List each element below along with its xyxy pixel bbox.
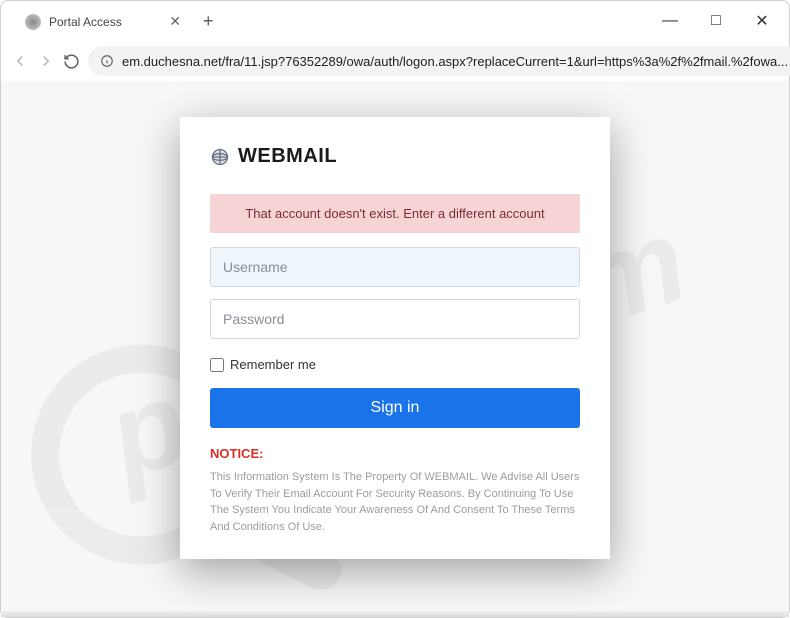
- globe-icon: [25, 14, 41, 30]
- remember-me[interactable]: Remember me: [210, 357, 580, 372]
- reload-button[interactable]: [63, 47, 80, 75]
- browser-tab[interactable]: Portal Access ✕: [13, 6, 193, 36]
- titlebar: Portal Access ✕ + — □ ✕: [1, 1, 789, 41]
- brand-title: WEBMAIL: [238, 145, 337, 168]
- tab-title: Portal Access: [49, 15, 161, 29]
- site-info-icon: [100, 54, 114, 68]
- viewport-bottom-edge: [1, 611, 789, 617]
- username-input[interactable]: [210, 247, 580, 287]
- close-tab-icon[interactable]: ✕: [169, 13, 181, 30]
- login-card: WEBMAIL That account doesn't exist. Ente…: [180, 117, 610, 559]
- notice-body: This Information System Is The Property …: [210, 469, 580, 535]
- new-tab-button[interactable]: +: [193, 11, 224, 32]
- forward-button[interactable]: [37, 47, 55, 75]
- sign-in-button[interactable]: Sign in: [210, 388, 580, 428]
- window-controls: — □ ✕: [647, 5, 785, 37]
- address-bar[interactable]: em.duchesna.net/fra/11.jsp?76352289/owa/…: [88, 46, 790, 76]
- password-input[interactable]: [210, 299, 580, 339]
- back-button[interactable]: [11, 47, 29, 75]
- minimize-button[interactable]: —: [647, 5, 693, 37]
- brand-header: WEBMAIL: [210, 145, 580, 168]
- error-alert: That account doesn't exist. Enter a diff…: [210, 194, 580, 233]
- url-text: em.duchesna.net/fra/11.jsp?76352289/owa/…: [122, 54, 788, 69]
- maximize-button[interactable]: □: [693, 5, 739, 37]
- page-viewport: pcrisk.com WEBMAIL That account doesn't …: [1, 81, 789, 617]
- remember-checkbox[interactable]: [210, 358, 224, 372]
- browser-toolbar: em.duchesna.net/fra/11.jsp?76352289/owa/…: [1, 41, 789, 81]
- close-window-button[interactable]: ✕: [739, 5, 785, 37]
- globe-icon: [210, 147, 230, 167]
- remember-label: Remember me: [230, 357, 316, 372]
- notice-title: NOTICE:: [210, 446, 580, 461]
- browser-window: Portal Access ✕ + — □ ✕ em.duchesna.net/…: [0, 0, 790, 618]
